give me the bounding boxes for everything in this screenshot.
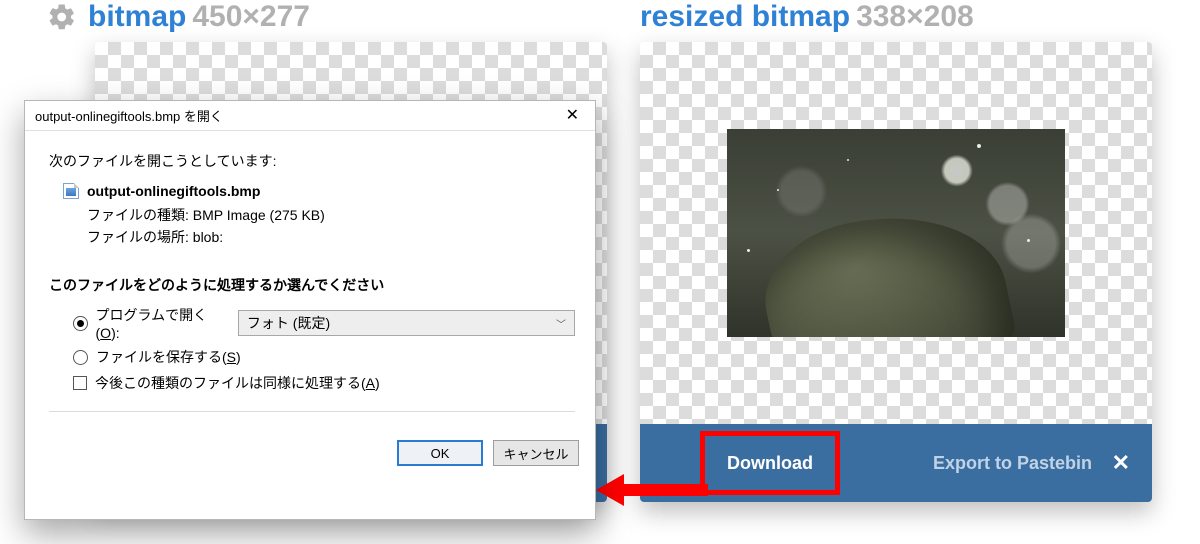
file-icon (63, 183, 79, 199)
file-kind: ファイルの種類: BMP Image (275 KB) (87, 205, 575, 225)
output-name: resized bitmap (640, 0, 850, 34)
save-file-radio[interactable]: ファイルを保存する(S) (73, 347, 575, 367)
chevron-down-icon: ﹀ (556, 316, 566, 331)
dialog-filename: output-onlinegiftools.bmp (87, 183, 260, 199)
open-with-app-select[interactable]: フォト (既定) ﹀ (238, 310, 575, 336)
input-heading: bitmap 450×277 (88, 0, 310, 34)
output-preview-area (640, 42, 1152, 424)
output-panel: Download Export to Pastebin ✕ (640, 42, 1152, 502)
download-highlight: Download (700, 431, 840, 495)
input-name: bitmap (88, 0, 186, 34)
download-button[interactable]: Download (727, 453, 813, 474)
remember-choice-label: 今後この種類のファイルは同様に処理する(A) (95, 373, 380, 393)
open-with-app-value: フォト (既定) (247, 313, 330, 333)
dialog-title: output-onlinegiftools.bmp を開く (35, 106, 223, 125)
open-file-dialog: output-onlinegiftools.bmp を開く ✕ 次のファイルを開… (24, 100, 596, 520)
file-location: ファイルの場所: blob: (87, 227, 575, 247)
settings-gear-icon[interactable] (47, 2, 77, 32)
output-heading: resized bitmap 338×208 (640, 0, 974, 34)
export-to-pastebin-button[interactable]: Export to Pastebin (933, 453, 1092, 474)
dialog-close-button[interactable]: ✕ (560, 106, 585, 126)
choose-action-heading: このファイルをどのように処理するか選んでください (49, 275, 575, 295)
close-icon[interactable]: ✕ (1112, 450, 1130, 476)
radio-icon[interactable] (73, 316, 88, 331)
separator (49, 411, 575, 412)
radio-icon[interactable] (73, 350, 88, 365)
remember-choice-checkbox[interactable]: 今後この種類のファイルは同様に処理する(A) (73, 373, 575, 393)
open-with-radio[interactable]: プログラムで開く(O): フォト (既定) ﹀ (73, 305, 575, 341)
dialog-lead: 次のファイルを開こうとしています: (49, 151, 575, 171)
input-size: 450×277 (192, 0, 310, 34)
cancel-button[interactable]: キャンセル (493, 440, 579, 466)
checkbox-icon[interactable] (73, 376, 87, 390)
output-thumbnail (727, 129, 1065, 337)
save-file-label: ファイルを保存する(S) (96, 347, 241, 367)
dialog-titlebar[interactable]: output-onlinegiftools.bmp を開く ✕ (25, 101, 595, 131)
output-panel-footer: Download Export to Pastebin ✕ (640, 424, 1152, 502)
ok-button[interactable]: OK (397, 440, 483, 466)
open-with-label: プログラムで開く(O): (96, 305, 226, 341)
output-size: 338×208 (856, 0, 974, 34)
